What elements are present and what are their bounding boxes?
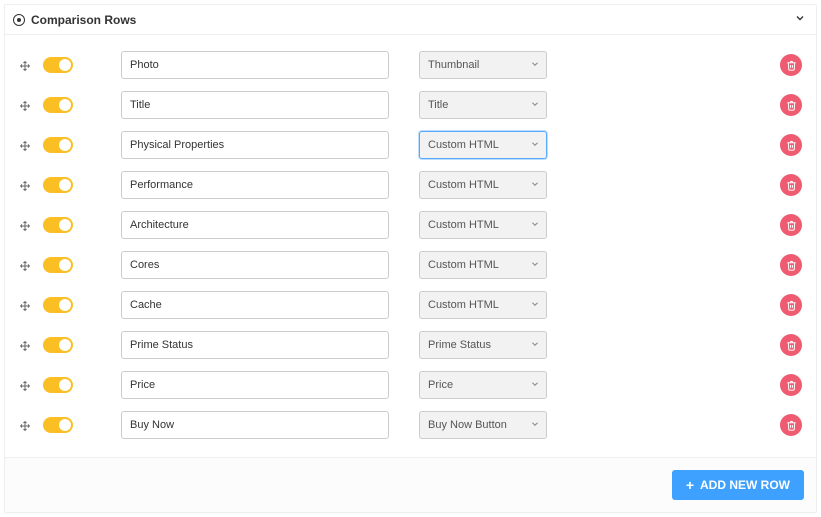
enable-toggle[interactable] <box>43 57 73 73</box>
row-name-input[interactable] <box>121 291 389 319</box>
enable-toggle[interactable] <box>43 337 73 353</box>
row: Custom HTML <box>17 165 804 205</box>
drag-handle-icon[interactable] <box>17 418 33 432</box>
bullet-icon <box>13 14 25 26</box>
row-name-input[interactable] <box>121 91 389 119</box>
row: Custom HTML <box>17 205 804 245</box>
row-name-input[interactable] <box>121 171 389 199</box>
delete-row-button[interactable] <box>780 294 802 316</box>
delete-row-button[interactable] <box>780 174 802 196</box>
row: Title <box>17 85 804 125</box>
row-type-select[interactable]: Custom HTML <box>419 171 547 199</box>
drag-handle-icon[interactable] <box>17 138 33 152</box>
select-display: Title <box>419 91 547 119</box>
row-name-input[interactable] <box>121 371 389 399</box>
row-type-select[interactable]: Custom HTML <box>419 211 547 239</box>
enable-toggle[interactable] <box>43 377 73 393</box>
panel-header[interactable]: Comparison Rows <box>5 5 816 35</box>
enable-toggle[interactable] <box>43 217 73 233</box>
delete-row-button[interactable] <box>780 414 802 436</box>
rows-container: Thumbnail <box>5 35 816 457</box>
enable-toggle[interactable] <box>43 97 73 113</box>
row-type-select[interactable]: Buy Now Button <box>419 411 547 439</box>
select-display: Custom HTML <box>419 131 547 159</box>
panel-footer: + ADD NEW ROW <box>5 457 816 512</box>
select-display: Custom HTML <box>419 251 547 279</box>
row-type-select[interactable]: Price <box>419 371 547 399</box>
drag-handle-icon[interactable] <box>17 58 33 72</box>
row-type-select[interactable]: Custom HTML <box>419 251 547 279</box>
collapse-chevron-icon[interactable] <box>794 12 806 27</box>
delete-row-button[interactable] <box>780 94 802 116</box>
select-display: Buy Now Button <box>419 411 547 439</box>
row: Prime Status <box>17 325 804 365</box>
panel-title: Comparison Rows <box>31 13 794 27</box>
enable-toggle[interactable] <box>43 177 73 193</box>
row-type-select[interactable]: Thumbnail <box>419 51 547 79</box>
row: Buy Now Button <box>17 405 804 445</box>
row: Thumbnail <box>17 45 804 85</box>
select-display: Thumbnail <box>419 51 547 79</box>
enable-toggle[interactable] <box>43 297 73 313</box>
select-display: Price <box>419 371 547 399</box>
row-name-input[interactable] <box>121 411 389 439</box>
row: Custom HTML <box>17 245 804 285</box>
enable-toggle[interactable] <box>43 257 73 273</box>
drag-handle-icon[interactable] <box>17 218 33 232</box>
select-display: Custom HTML <box>419 291 547 319</box>
enable-toggle[interactable] <box>43 417 73 433</box>
add-button-label: ADD NEW ROW <box>700 478 790 492</box>
row: Custom HTML <box>17 285 804 325</box>
delete-row-button[interactable] <box>780 374 802 396</box>
drag-handle-icon[interactable] <box>17 178 33 192</box>
drag-handle-icon[interactable] <box>17 298 33 312</box>
delete-row-button[interactable] <box>780 54 802 76</box>
drag-handle-icon[interactable] <box>17 98 33 112</box>
add-new-row-button[interactable]: + ADD NEW ROW <box>672 470 804 500</box>
row-name-input[interactable] <box>121 131 389 159</box>
select-display: Prime Status <box>419 331 547 359</box>
row-name-input[interactable] <box>121 331 389 359</box>
drag-handle-icon[interactable] <box>17 338 33 352</box>
row: Price <box>17 365 804 405</box>
row-type-select[interactable]: Title <box>419 91 547 119</box>
row: Custom HTML <box>17 125 804 165</box>
comparison-rows-panel: Comparison Rows Thumbnail <box>4 4 817 513</box>
row-name-input[interactable] <box>121 51 389 79</box>
delete-row-button[interactable] <box>780 254 802 276</box>
drag-handle-icon[interactable] <box>17 378 33 392</box>
delete-row-button[interactable] <box>780 134 802 156</box>
select-display: Custom HTML <box>419 211 547 239</box>
row-type-select[interactable]: Custom HTML <box>419 291 547 319</box>
row-type-select[interactable]: Prime Status <box>419 331 547 359</box>
row-name-input[interactable] <box>121 211 389 239</box>
row-type-select[interactable]: Custom HTML <box>419 131 547 159</box>
select-display: Custom HTML <box>419 171 547 199</box>
delete-row-button[interactable] <box>780 214 802 236</box>
plus-icon: + <box>686 478 694 492</box>
row-name-input[interactable] <box>121 251 389 279</box>
enable-toggle[interactable] <box>43 137 73 153</box>
delete-row-button[interactable] <box>780 334 802 356</box>
drag-handle-icon[interactable] <box>17 258 33 272</box>
